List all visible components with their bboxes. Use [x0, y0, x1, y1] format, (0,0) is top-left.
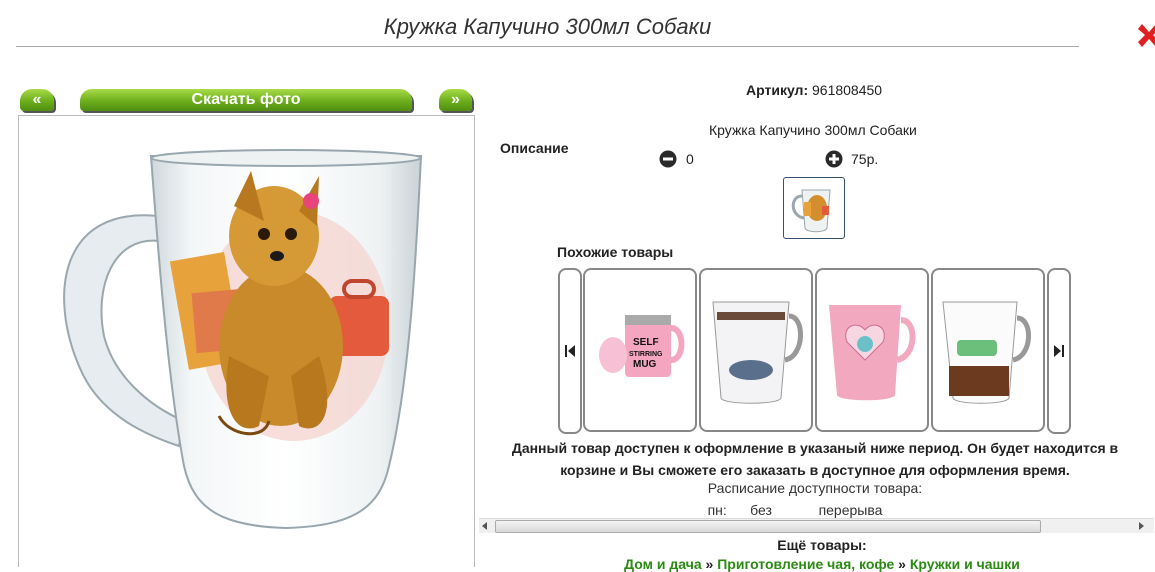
- mug-print-stirring: STIRRING: [629, 351, 663, 358]
- product-photo[interactable]: [19, 116, 474, 567]
- description-text: Кружка Капучино 300мл Собаки: [709, 122, 917, 138]
- similar-item[interactable]: [699, 268, 813, 432]
- article-value: 961808450: [812, 82, 883, 98]
- skip-forward-icon: [1054, 345, 1064, 357]
- mug-thumbnail-image: [791, 189, 831, 233]
- similar-item[interactable]: [815, 268, 929, 432]
- page-title: Кружка Капучино 300мл Собаки: [383, 14, 712, 39]
- description-label: Описание: [500, 140, 569, 156]
- breadcrumb-tea-coffee[interactable]: Приготовление чая, кофе: [717, 556, 894, 572]
- article-row: Артикул: 961808450: [746, 82, 882, 98]
- pink-heart-mug-image: [829, 305, 916, 401]
- scroll-right-icon[interactable]: [1139, 522, 1145, 530]
- similar-item[interactable]: [931, 268, 1045, 432]
- breadcrumb-home-garden[interactable]: Дом и дача: [624, 556, 702, 572]
- schedule-break: перерыва: [818, 502, 883, 518]
- breadcrumb-separator: »: [705, 556, 714, 572]
- similar-prev-button[interactable]: [558, 268, 582, 434]
- schedule-mode: без: [750, 502, 772, 518]
- plus-icon[interactable]: [825, 150, 843, 168]
- title-divider: [16, 46, 1079, 47]
- availability-schedule: Расписание доступности товара: пн: без п…: [497, 480, 1133, 518]
- close-icon[interactable]: [1138, 20, 1155, 50]
- download-photo-button[interactable]: Скачать фото: [80, 89, 412, 111]
- self-stirring-mug-image: SELF STIRRING MUG: [599, 315, 685, 377]
- horizontal-scrollbar[interactable]: [479, 518, 1154, 533]
- next-photo-button[interactable]: »: [439, 89, 472, 111]
- similar-title: Похожие товары: [557, 244, 674, 260]
- product-thumbnail[interactable]: [783, 177, 845, 239]
- price-value: 75р.: [851, 151, 879, 167]
- prev-photo-button[interactable]: «: [20, 89, 54, 111]
- minus-icon[interactable]: [659, 150, 677, 168]
- schedule-day: пн:: [707, 502, 727, 518]
- article-label: Артикул:: [746, 82, 809, 98]
- similar-next-button[interactable]: [1047, 268, 1071, 434]
- car-mug-image: [942, 301, 1031, 404]
- mug-print-self: SELF: [633, 337, 659, 348]
- product-photo-frame: [18, 115, 475, 567]
- scroll-left-icon[interactable]: [482, 522, 488, 530]
- quantity-value: 0: [686, 151, 694, 167]
- fashion-mug-image: [712, 301, 803, 404]
- breadcrumb-separator: »: [898, 556, 906, 572]
- availability-notice: Данный товар доступен к оформление в ука…: [511, 440, 1119, 478]
- schedule-row: пн: без перерыва: [457, 502, 1133, 518]
- scrollbar-thumb[interactable]: [495, 520, 1041, 533]
- breadcrumb: Дом и дача » Приготовление чая, кофе » К…: [479, 556, 1155, 572]
- similar-item[interactable]: SELF STIRRING MUG: [583, 268, 697, 432]
- schedule-title: Расписание доступности товара:: [707, 480, 923, 496]
- more-products-label: Ещё товары:: [777, 537, 867, 553]
- skip-back-icon: [565, 345, 575, 357]
- mug-print-mug: MUG: [633, 359, 657, 370]
- breadcrumb-mugs-cups[interactable]: Кружки и чашки: [910, 556, 1020, 572]
